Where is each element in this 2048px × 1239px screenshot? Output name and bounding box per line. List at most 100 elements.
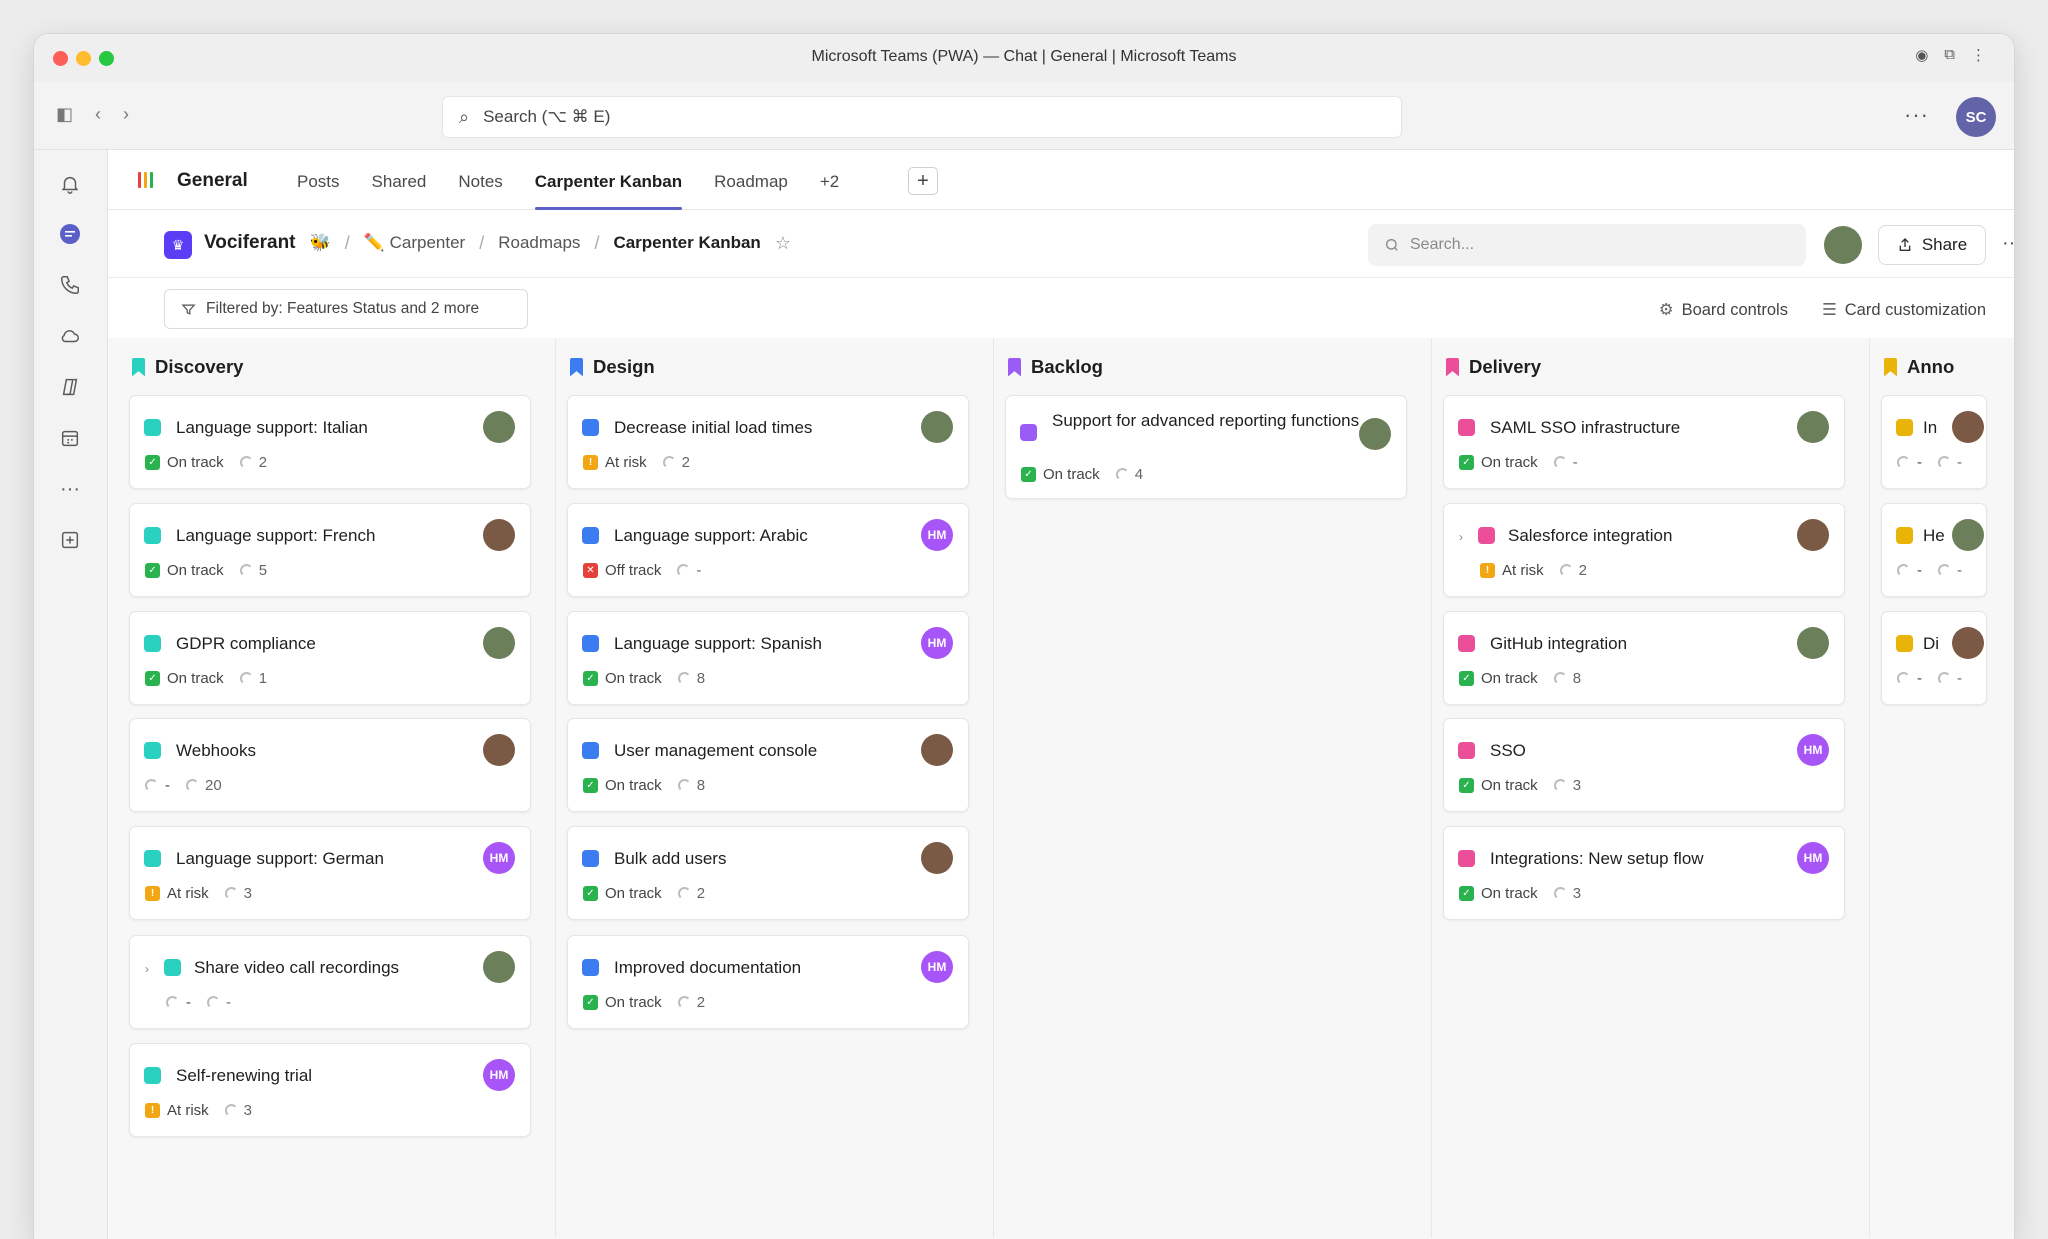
assignee-avatar[interactable] [1797,627,1829,659]
kebab-menu-icon[interactable]: ⋮ [1971,46,1986,64]
tab-notes[interactable]: Notes [442,150,518,210]
feature-card[interactable]: GitHub integration ✓ On track 8 [1443,611,1845,705]
bell-icon[interactable] [56,170,84,198]
tab-posts[interactable]: Posts [281,150,356,210]
status-badge[interactable]: ✓ On track [145,562,224,579]
assignee-avatar[interactable]: HM [1797,842,1829,874]
feature-card[interactable]: Bulk add users ✓ On track 2 [567,826,969,920]
assignee-avatar[interactable] [921,734,953,766]
board-search-input[interactable]: Search... [1368,224,1806,266]
assignee-avatar[interactable]: HM [1797,734,1829,766]
assignee-avatar[interactable] [483,411,515,443]
assignee-avatar[interactable] [1797,411,1829,443]
breadcrumb-workspace[interactable]: Vociferant [204,232,296,254]
feature-card[interactable]: Decrease initial load times! At risk 2 [567,395,969,489]
status-badge[interactable]: ✓ On track [1021,466,1100,483]
assignee-avatar[interactable] [1952,627,1984,659]
feature-card[interactable]: Improved documentation HM ✓ On track 2 [567,935,969,1029]
status-badge[interactable]: ✓ On track [1459,454,1538,471]
assignee-avatar[interactable]: HM [921,951,953,983]
feature-card[interactable]: Self-renewing trial HM! At risk 3 [129,1043,531,1137]
feature-card[interactable]: Di - - [1881,611,1987,705]
global-search-input[interactable]: ⌕ Search (⌥ ⌘ E) [442,96,1402,138]
status-badge[interactable]: ✓ On track [145,454,224,471]
phone-icon[interactable] [56,271,84,299]
breadcrumb-roadmaps[interactable]: Roadmaps [498,233,580,253]
collaborator-avatar[interactable] [1824,226,1862,264]
assignee-avatar[interactable] [483,627,515,659]
extension-icon[interactable]: ⧉ [1944,46,1955,64]
column-header[interactable]: Delivery [1446,356,1541,378]
assignee-avatar[interactable] [921,411,953,443]
filter-chip[interactable]: Filtered by: Features Status and 2 more [164,289,528,329]
status-badge[interactable]: ! At risk [1480,562,1544,579]
copilot-icon[interactable] [56,373,84,401]
feature-card[interactable]: Language support: Arabic HM ✕ Off track - [567,503,969,597]
status-badge[interactable]: ✓ On track [583,670,662,687]
assignee-avatar[interactable] [483,951,515,983]
sidebar-toggle-icon[interactable]: ◧ [56,104,73,125]
eye-icon[interactable]: ◉ [1915,46,1928,64]
status-badge[interactable]: ✓ On track [1459,670,1538,687]
feature-card[interactable]: He - - [1881,503,1987,597]
status-badge[interactable]: - [166,994,191,1011]
feature-card[interactable]: Language support: Spanish HM ✓ On track 8 [567,611,969,705]
feature-card[interactable]: In - - [1881,395,1987,489]
status-badge[interactable]: ✕ Off track [583,562,661,579]
feature-card[interactable]: Language support: Italian ✓ On track 2 [129,395,531,489]
status-badge[interactable]: ✓ On track [583,994,662,1011]
feature-card[interactable]: GDPR compliance ✓ On track 1 [129,611,531,705]
feature-card[interactable]: › Salesforce integration! At risk 2 [1443,503,1845,597]
feature-card[interactable]: Language support: German HM! At risk 3 [129,826,531,920]
feature-card[interactable]: User management console ✓ On track 8 [567,718,969,812]
status-badge[interactable]: ! At risk [583,454,647,471]
board-more-button[interactable]: ··· [2002,232,2014,255]
assignee-avatar[interactable] [1359,418,1391,450]
feature-card[interactable]: Language support: French ✓ On track 5 [129,503,531,597]
assignee-avatar[interactable] [1952,519,1984,551]
feature-card[interactable]: Integrations: New setup flow HM ✓ On track 3 [1443,826,1845,920]
feature-card[interactable]: SAML SSO infrastructure ✓ On track - [1443,395,1845,489]
add-tab-button[interactable]: + [908,167,938,195]
star-icon[interactable]: ☆ [775,233,791,254]
assignee-avatar[interactable]: HM [921,627,953,659]
status-badge[interactable]: ✓ On track [145,670,224,687]
assignee-avatar[interactable]: HM [483,842,515,874]
column-header[interactable]: Backlog [1008,356,1103,378]
tab-carpenter-kanban[interactable]: Carpenter Kanban [519,150,698,210]
status-badge[interactable]: ✓ On track [1459,885,1538,902]
cloud-icon[interactable] [56,322,84,350]
feature-card[interactable]: Webhooks - 20 [129,718,531,812]
user-avatar[interactable]: SC [1956,97,1996,137]
status-badge[interactable]: - [1897,454,1922,471]
calendar-icon[interactable] [56,424,84,452]
tab-shared[interactable]: Shared [356,150,443,210]
more-options-button[interactable]: ··· [1904,102,1929,128]
board-controls-button[interactable]: ⚙ Board controls [1659,300,1788,320]
status-badge[interactable]: ✓ On track [1459,777,1538,794]
column-header[interactable]: Discovery [132,356,243,378]
assignee-avatar[interactable]: HM [483,1059,515,1091]
assignee-avatar[interactable] [483,734,515,766]
status-badge[interactable]: ! At risk [145,885,209,902]
chevron-right-icon[interactable]: › [1459,530,1463,544]
status-badge[interactable]: ✓ On track [583,777,662,794]
status-badge[interactable]: - [1897,562,1922,579]
column-header[interactable]: Design [570,356,655,378]
assignee-avatar[interactable] [921,842,953,874]
status-badge[interactable]: ✓ On track [583,885,662,902]
forward-icon[interactable]: › [123,104,129,125]
status-badge[interactable]: ! At risk [145,1102,209,1119]
column-header[interactable]: Anno [1884,356,1954,378]
feature-card[interactable]: › Share video call recordings - - [129,935,531,1029]
assignee-avatar[interactable] [483,519,515,551]
add-app-icon[interactable] [56,526,84,554]
tab-2[interactable]: +2 [804,150,855,210]
feature-card[interactable]: Support for advanced reporting functions… [1005,395,1407,499]
assignee-avatar[interactable] [1797,519,1829,551]
back-icon[interactable]: ‹ [95,104,101,125]
status-badge[interactable]: - [1897,670,1922,687]
chat-icon[interactable] [56,220,84,248]
chevron-right-icon[interactable]: › [145,962,149,976]
feature-card[interactable]: SSO HM ✓ On track 3 [1443,718,1845,812]
